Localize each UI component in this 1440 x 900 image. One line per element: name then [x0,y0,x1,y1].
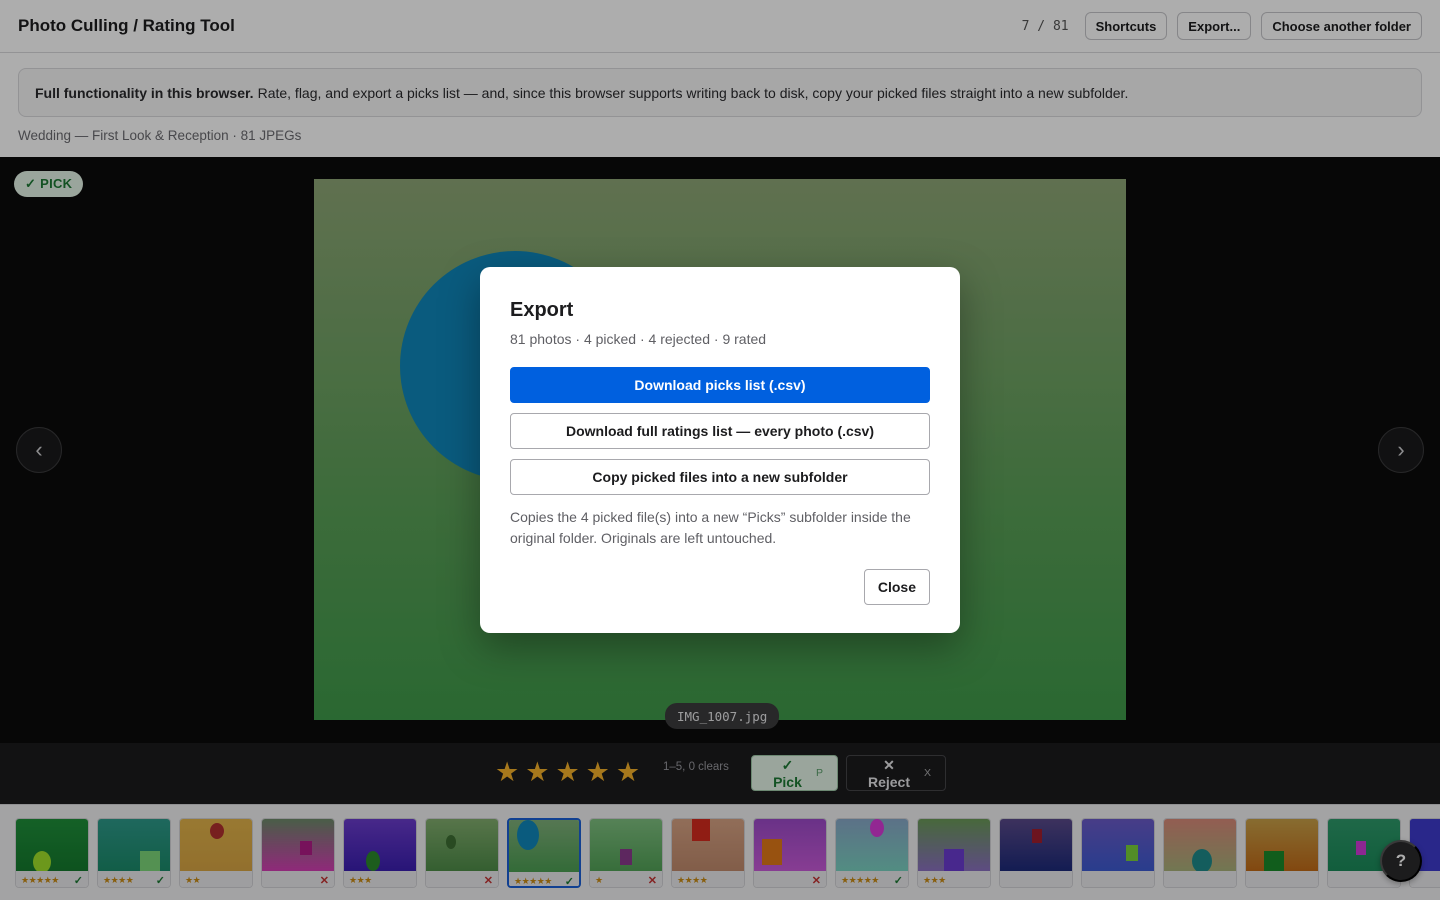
export-note: Copies the 4 picked file(s) into a new “… [510,509,911,546]
export-stats: 81 photos · 4 picked · 4 rejected · 9 ra… [510,331,767,347]
export-dialog: Export 81 photos · 4 picked · 4 rejected… [480,267,960,633]
copy-picks-to-subfolder-button[interactable]: Copy picked files into a new subfolder [510,459,930,495]
close-dialog-button[interactable]: Close [863,569,930,605]
export-dialog-title: Export [510,299,574,321]
download-picks-button[interactable]: Download picks list (.csv) [510,367,930,403]
download-full-ratings-button[interactable]: Download full ratings list — every photo… [510,413,930,449]
